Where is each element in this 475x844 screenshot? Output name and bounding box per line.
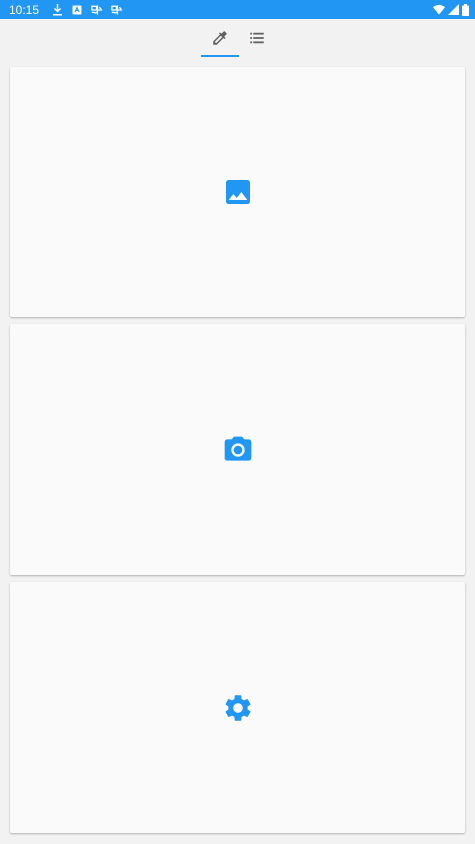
- status-left: 10:15: [9, 3, 123, 17]
- app-icon: [111, 4, 123, 16]
- app-icon: [91, 4, 103, 16]
- gear-icon: [222, 692, 254, 724]
- camera-icon: [222, 434, 254, 466]
- eyedropper-icon: [211, 29, 229, 47]
- camera-card[interactable]: [10, 324, 465, 575]
- settings-card[interactable]: [10, 582, 465, 833]
- status-bar: 10:15: [0, 0, 475, 19]
- tab-bar: [0, 19, 475, 59]
- gallery-card[interactable]: [10, 67, 465, 317]
- image-icon: [222, 176, 254, 208]
- battery-icon: [461, 3, 469, 16]
- notification-icon: [71, 4, 83, 16]
- signal-icon: [447, 4, 459, 16]
- list-icon: [248, 29, 266, 47]
- status-right: [433, 3, 469, 16]
- tab-color-picker[interactable]: [200, 19, 239, 57]
- wifi-icon: [433, 4, 445, 16]
- tab-color-list[interactable]: [239, 19, 275, 57]
- download-icon: [51, 3, 63, 16]
- status-time: 10:15: [9, 2, 40, 17]
